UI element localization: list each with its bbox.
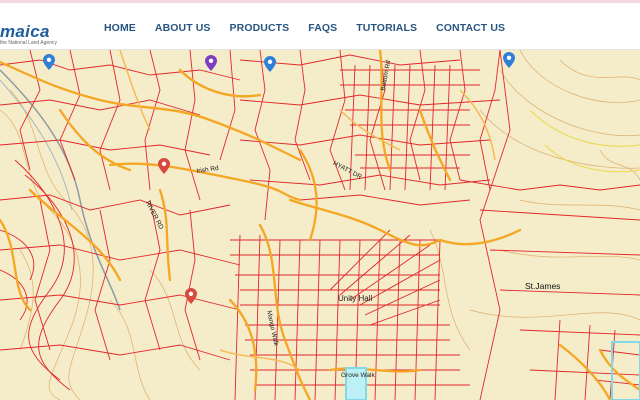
- contour-lines: [0, 50, 640, 400]
- site-header: maica the National Land Agency HOME ABOU…: [0, 3, 640, 50]
- parcel-map-canvas[interactable]: [0, 50, 640, 400]
- label-unity-hall: Unity Hall: [338, 294, 373, 303]
- nav-faqs[interactable]: FAQS: [308, 22, 337, 34]
- site-logo[interactable]: maica: [0, 22, 50, 42]
- map-pin-red-icon[interactable]: [158, 158, 170, 174]
- label-grove-walk: Grove Walk: [341, 372, 375, 379]
- map-pin-red-icon[interactable]: [185, 288, 197, 304]
- logo-tagline: the National Land Agency: [0, 40, 57, 46]
- label-st-james: St.James: [525, 281, 561, 291]
- nav-home[interactable]: HOME: [104, 22, 136, 34]
- map-pin-purple-icon[interactable]: [205, 55, 217, 71]
- roads: [0, 50, 640, 400]
- map-pin-blue-icon[interactable]: [264, 56, 276, 72]
- map-view[interactable]: Unity Hall St.James Irish Rd HYATT DR RI…: [0, 50, 640, 400]
- nav-contact-us[interactable]: CONTACT US: [436, 22, 505, 34]
- nav-products[interactable]: PRODUCTS: [230, 22, 290, 34]
- nav-tutorials[interactable]: TUTORIALS: [356, 22, 417, 34]
- map-pin-blue-icon[interactable]: [503, 52, 515, 68]
- map-pin-blue-icon[interactable]: [43, 54, 55, 70]
- main-nav: HOME ABOUT US PRODUCTS FAQS TUTORIALS CO…: [104, 22, 524, 34]
- nav-about-us[interactable]: ABOUT US: [155, 22, 211, 34]
- parcel-boundaries: [0, 50, 640, 400]
